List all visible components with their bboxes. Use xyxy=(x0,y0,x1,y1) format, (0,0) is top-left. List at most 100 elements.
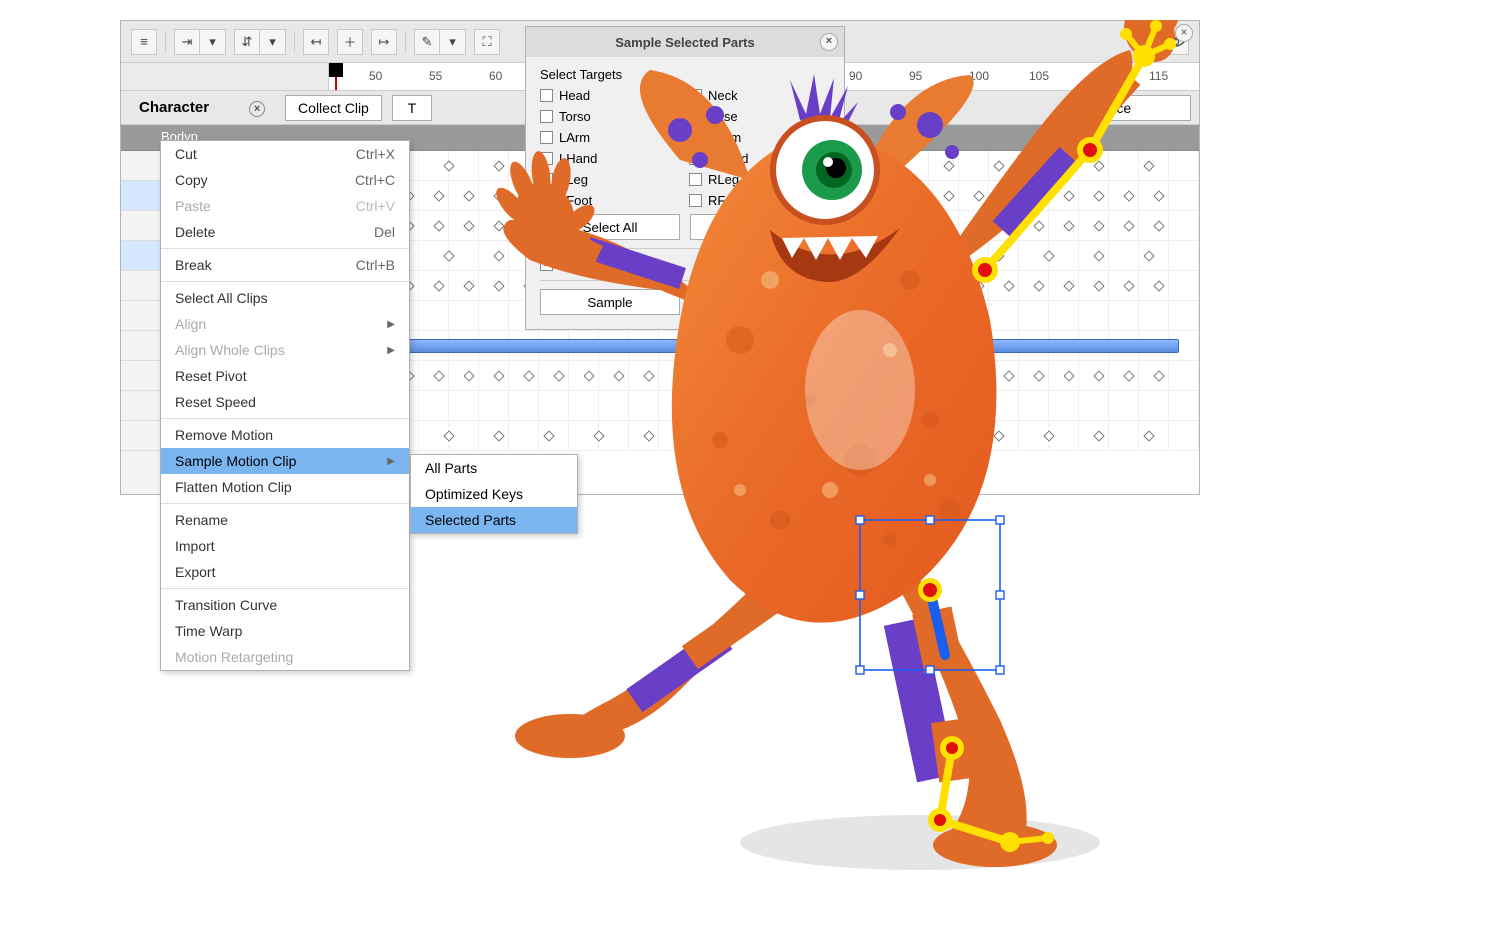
checkbox[interactable]: ✔ xyxy=(689,131,702,144)
checkbox[interactable] xyxy=(540,89,553,102)
target-check[interactable]: LFoot xyxy=(540,193,681,208)
keyframe[interactable] xyxy=(463,370,474,381)
keyframe[interactable] xyxy=(1123,190,1134,201)
keyframe[interactable] xyxy=(1043,250,1054,261)
keyframe[interactable] xyxy=(493,220,504,231)
keyframe[interactable] xyxy=(943,280,954,291)
keyframe[interactable] xyxy=(943,160,954,171)
keyframe[interactable] xyxy=(1043,160,1054,171)
keyframe[interactable] xyxy=(493,250,504,261)
keyframe[interactable] xyxy=(523,370,534,381)
keyframe[interactable] xyxy=(973,280,984,291)
cancel-button[interactable]: Cancel xyxy=(690,289,830,315)
menu-item[interactable]: Optimized Keys xyxy=(411,481,577,507)
keyframe[interactable] xyxy=(943,430,954,441)
keyframe[interactable] xyxy=(823,370,834,381)
keyframe[interactable] xyxy=(913,370,924,381)
keyframe[interactable] xyxy=(1123,280,1134,291)
keyframe[interactable] xyxy=(843,430,854,441)
keyframe[interactable] xyxy=(1093,160,1104,171)
keyframe[interactable] xyxy=(1003,220,1014,231)
keyframe[interactable] xyxy=(893,250,904,261)
keyframe[interactable] xyxy=(463,280,474,291)
select-all-button[interactable]: Select All xyxy=(540,214,680,240)
keyframe[interactable] xyxy=(1093,370,1104,381)
menu-item[interactable]: Import xyxy=(161,533,409,559)
keyframe[interactable] xyxy=(553,370,564,381)
keyframe[interactable] xyxy=(973,220,984,231)
menu-item[interactable]: Rename xyxy=(161,507,409,533)
collect-clip-button[interactable]: Collect Clip xyxy=(285,95,382,121)
menu-item[interactable]: Select All Clips xyxy=(161,285,409,311)
key-prev-icon[interactable]: ↤ xyxy=(303,29,329,55)
keyframe[interactable] xyxy=(973,370,984,381)
keyframe[interactable] xyxy=(943,190,954,201)
menu-item[interactable]: CopyCtrl+C xyxy=(161,167,409,193)
checkbox[interactable] xyxy=(540,131,553,144)
target-check[interactable]: LArm xyxy=(540,130,681,145)
keyframe[interactable] xyxy=(493,190,504,201)
target-check[interactable]: RFoot xyxy=(689,193,830,208)
keyframe[interactable] xyxy=(913,220,924,231)
list-icon[interactable]: ≡ xyxy=(131,29,157,55)
keyframe[interactable] xyxy=(1063,190,1074,201)
menu-item[interactable]: Export xyxy=(161,559,409,585)
keyframe[interactable] xyxy=(673,370,684,381)
checkbox[interactable] xyxy=(540,152,553,165)
keyframe[interactable] xyxy=(493,160,504,171)
playhead[interactable] xyxy=(335,63,337,90)
keyframe[interactable] xyxy=(643,370,654,381)
motion-clip[interactable] xyxy=(339,339,1179,353)
keyframe[interactable] xyxy=(1033,370,1044,381)
close-icon[interactable]: × xyxy=(820,33,838,51)
keyframe[interactable] xyxy=(433,370,444,381)
keyframe[interactable] xyxy=(1003,280,1014,291)
keyframe[interactable] xyxy=(1093,280,1104,291)
keyframe[interactable] xyxy=(1093,220,1104,231)
keyframe[interactable] xyxy=(493,430,504,441)
sample-button[interactable]: Sample xyxy=(540,289,680,315)
face-button[interactable]: Face xyxy=(1091,95,1191,121)
checkbox[interactable] xyxy=(540,173,553,186)
menu-item[interactable]: Reset Speed xyxy=(161,389,409,415)
keyframe[interactable] xyxy=(1093,190,1104,201)
keyframe[interactable] xyxy=(943,220,954,231)
checkbox[interactable]: ✔ xyxy=(689,152,702,165)
menu-item[interactable]: Selected Parts xyxy=(411,507,577,533)
keyframe[interactable] xyxy=(1063,280,1074,291)
deselect-all-button[interactable]: Deselect All xyxy=(690,214,830,240)
key-row[interactable] xyxy=(329,421,1199,451)
keyframe[interactable] xyxy=(913,280,924,291)
menu-item[interactable]: BreakCtrl+B xyxy=(161,252,409,278)
menu-item[interactable]: All Parts xyxy=(411,455,577,481)
keyframe[interactable] xyxy=(993,430,1004,441)
keyframe[interactable] xyxy=(743,430,754,441)
keyframe[interactable] xyxy=(763,370,774,381)
keyframe[interactable] xyxy=(993,250,1004,261)
target-check[interactable]: LLeg xyxy=(540,172,681,187)
dialog-titlebar[interactable]: Sample Selected Parts × xyxy=(526,27,844,57)
keyframe[interactable] xyxy=(793,430,804,441)
keyframe[interactable] xyxy=(843,160,854,171)
keyframe[interactable] xyxy=(1093,430,1104,441)
row-height-icon[interactable]: ⇵ xyxy=(234,29,260,55)
keyframe[interactable] xyxy=(883,190,894,201)
keyframe[interactable] xyxy=(853,220,864,231)
menu-item[interactable]: Flatten Motion Clip xyxy=(161,474,409,500)
keyframe[interactable] xyxy=(893,160,904,171)
menu-item[interactable]: Transition Curve xyxy=(161,592,409,618)
chevron-down-icon[interactable]: ▾ xyxy=(200,29,226,55)
keyframe[interactable] xyxy=(913,190,924,201)
target-check[interactable]: Base xyxy=(689,109,830,124)
keyframe[interactable] xyxy=(1033,190,1044,201)
keyframe[interactable] xyxy=(1003,370,1014,381)
target-check[interactable]: ✔RArm xyxy=(689,130,830,145)
menu-item[interactable]: Sample Motion Clip▶ xyxy=(161,448,409,474)
checkbox[interactable] xyxy=(689,194,702,207)
keyframe[interactable] xyxy=(1063,370,1074,381)
menu-item[interactable]: CutCtrl+X xyxy=(161,141,409,167)
keyframe[interactable] xyxy=(1153,190,1164,201)
tab-character[interactable]: Character× xyxy=(129,95,275,121)
keyframe[interactable] xyxy=(1153,370,1164,381)
menu-item[interactable]: DeleteDel xyxy=(161,219,409,245)
